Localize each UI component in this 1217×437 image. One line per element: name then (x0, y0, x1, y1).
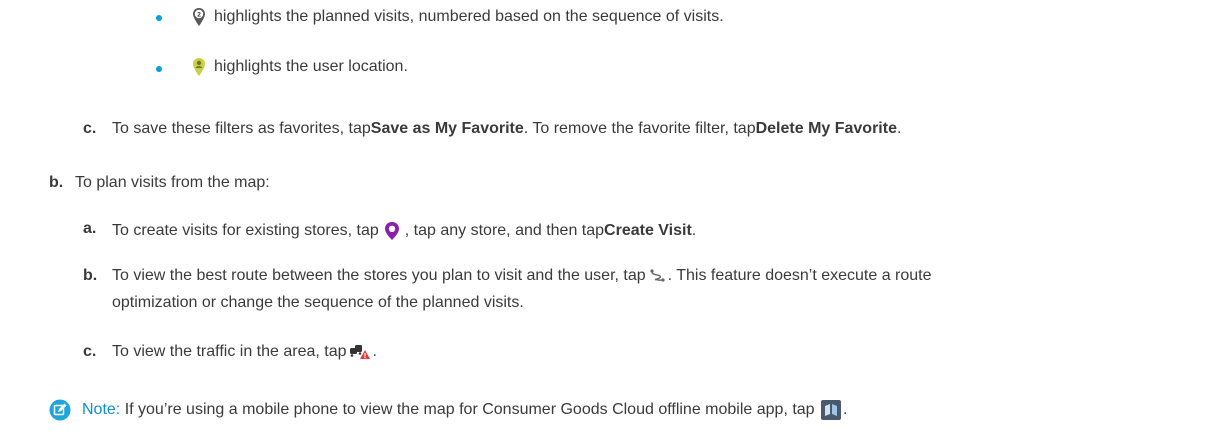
route-icon (650, 269, 665, 282)
step-marker: a. (83, 220, 97, 237)
step-create-visit: To create visits for existing stores, ta… (112, 220, 696, 242)
save-as-favorite-label: Save as My Favorite (370, 120, 524, 137)
step-marker: b. (83, 267, 98, 284)
step-best-route-continued: optimization or change the sequence of t… (112, 294, 524, 311)
numbered-pin-icon: 2 (193, 8, 205, 26)
step-marker: c. (83, 343, 97, 360)
list-item: highlights the user location. (192, 57, 408, 77)
list-item: 2 highlights the planned visits, numbere… (192, 7, 724, 27)
delete-favorite-label: Delete My Favorite (755, 120, 897, 137)
user-location-pin-icon (193, 58, 205, 76)
step-marker: c. (83, 120, 97, 137)
traffic-icon (349, 345, 370, 359)
bullet-dot (156, 15, 162, 21)
create-visit-label: Create Visit (604, 222, 692, 239)
step-traffic: To view the traffic in the area, tap . (112, 343, 377, 360)
location-pin-icon (384, 222, 399, 240)
plan-heading: To plan visits from the map: (75, 174, 270, 191)
note-edit-icon (49, 399, 71, 421)
bullet-dot (156, 66, 162, 72)
bullet-text: highlights the planned visits, numbered … (214, 8, 724, 25)
step-marker: b. (49, 174, 64, 191)
step-best-route: To view the best route between the store… (112, 267, 932, 284)
note-label: Note: (82, 401, 121, 418)
map-toggle-icon (821, 400, 842, 420)
note-callout: Note: If you’re using a mobile phone to … (49, 399, 847, 421)
favorites-instruction: To save these filters as favorites, tap … (112, 120, 902, 137)
bullet-text: highlights the user location. (214, 58, 408, 75)
note-text: If you’re using a mobile phone to view t… (120, 401, 820, 418)
svg-text:2: 2 (197, 12, 201, 19)
